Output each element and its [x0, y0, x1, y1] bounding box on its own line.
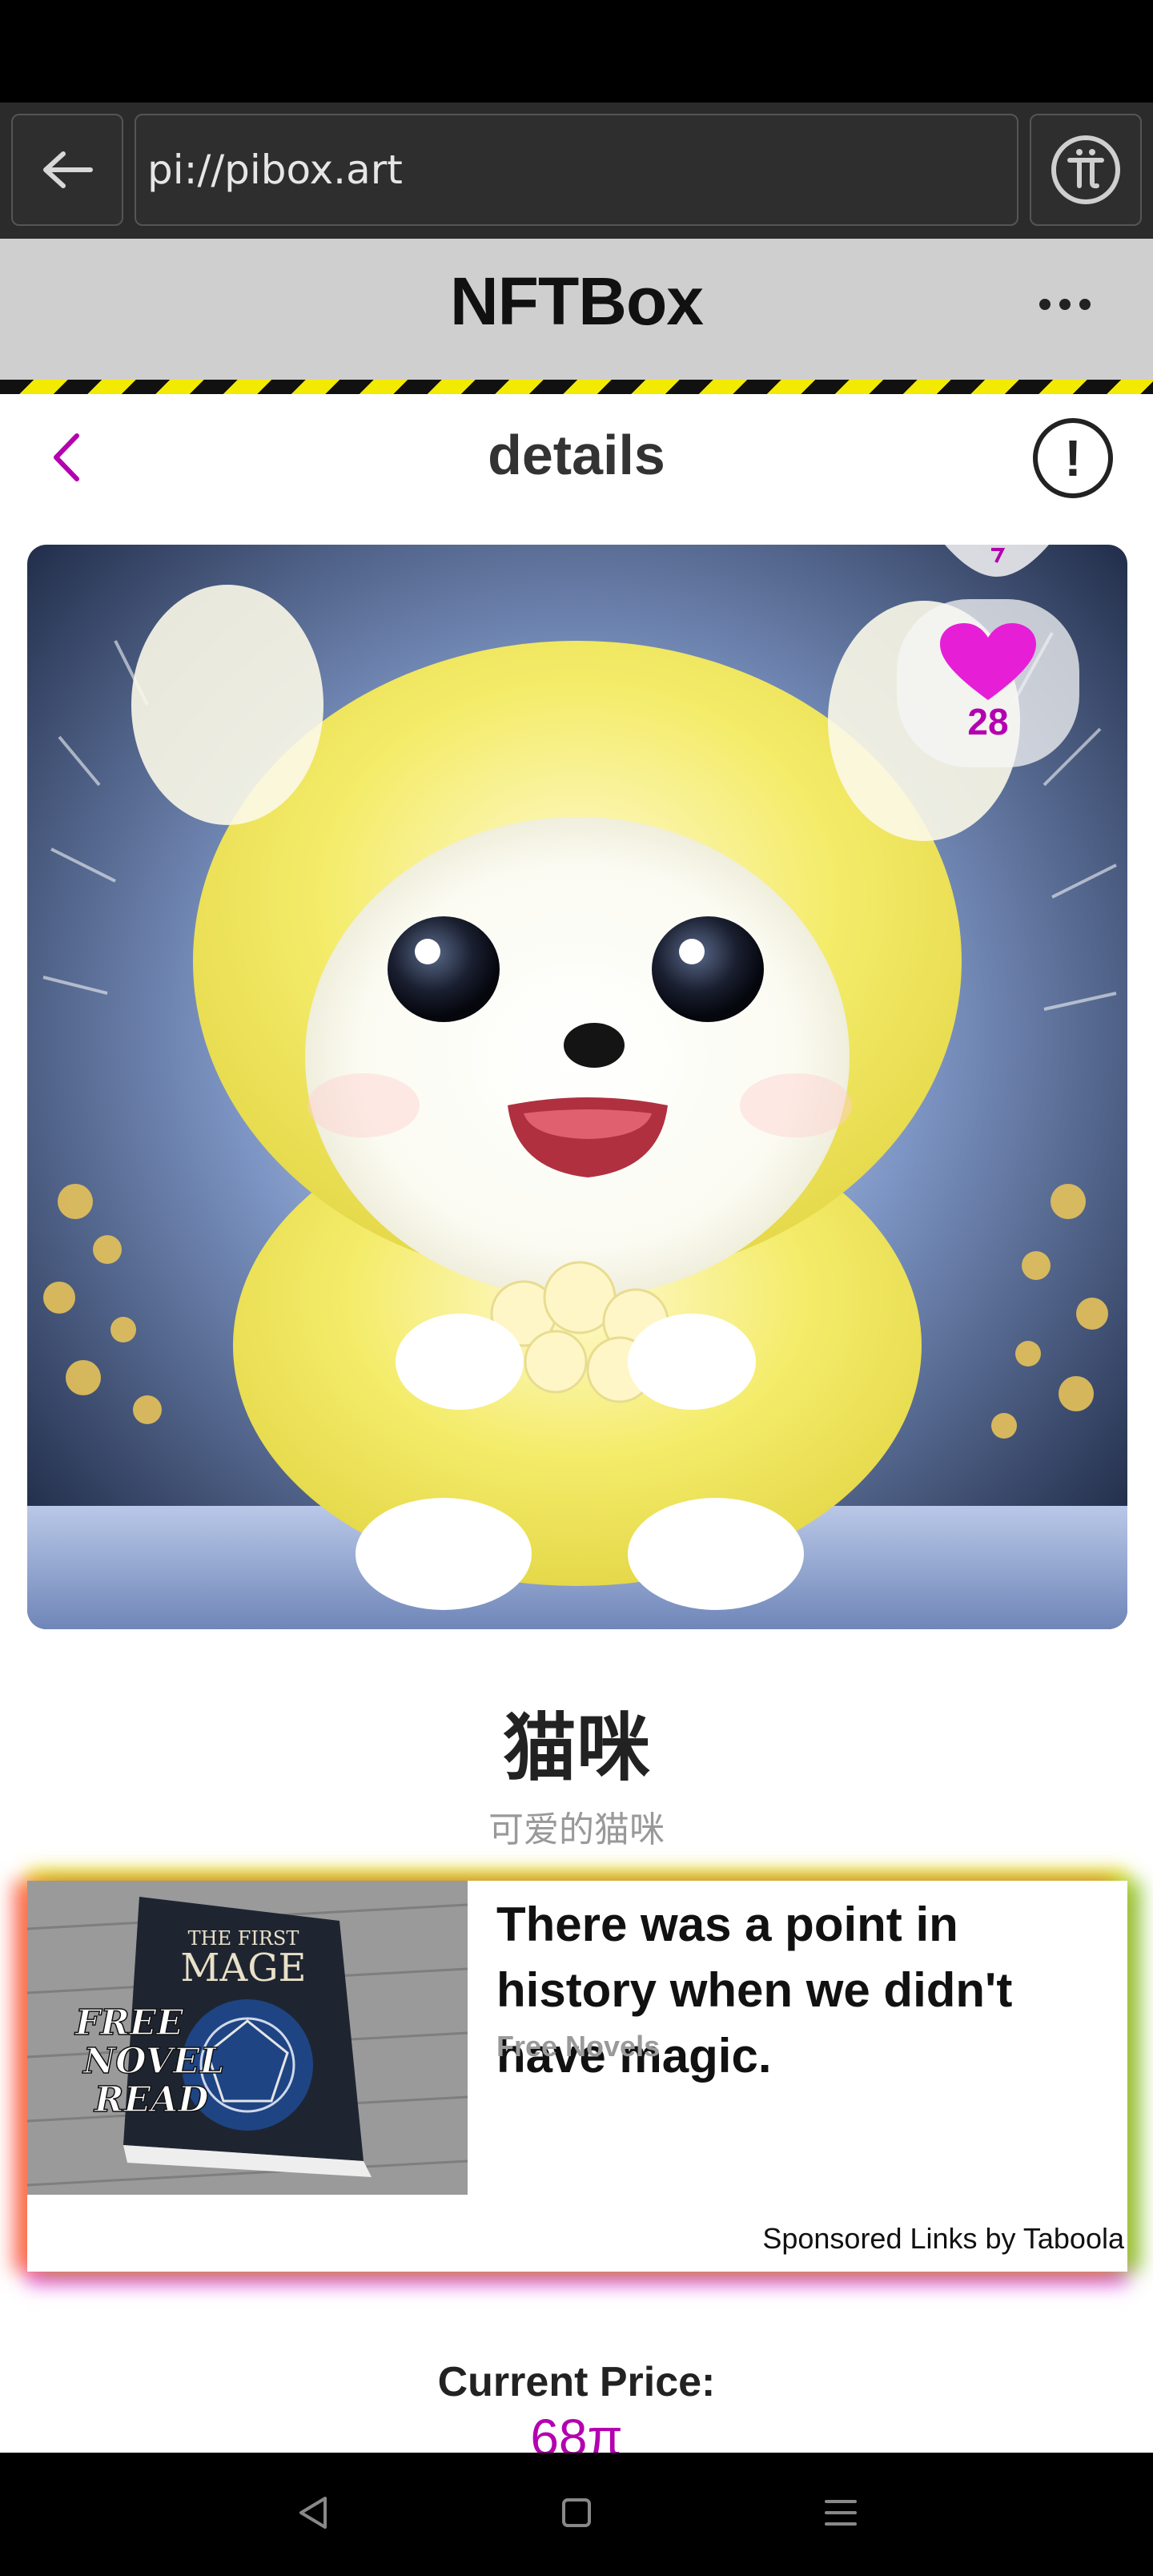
price-label: Current Price:: [437, 2359, 716, 2405]
nav-menu-lines-icon[interactable]: [817, 2489, 865, 2537]
nav-home-square-icon[interactable]: [552, 2489, 601, 2537]
android-navigation-bar: [0, 2453, 1153, 2576]
nft-name: 猫咪: [502, 1705, 650, 1791]
info-alert-icon[interactable]: !: [1033, 418, 1113, 498]
ad-overlay-free: FREE: [74, 2002, 184, 2043]
more-dots-icon[interactable]: [1033, 288, 1097, 320]
pi-logo-icon: [1051, 135, 1120, 204]
ad-sponsor-label[interactable]: Sponsored Links by Taboola: [762, 2222, 1124, 2256]
nft-description: 可爱的猫咪: [488, 1809, 665, 1850]
like-count: 28: [967, 701, 1009, 743]
info-symbol: !: [1064, 429, 1082, 487]
price-value: 68π: [530, 2409, 623, 2454]
browser-toolbar: pi://pibox.art: [0, 103, 1153, 239]
app-title: NFTBox: [450, 264, 704, 339]
page-header: details !: [0, 394, 1153, 516]
previous-like-badge-edge: [945, 545, 1049, 577]
url-text: pi://pibox.art: [147, 147, 403, 193]
pi-browser-button[interactable]: [1030, 114, 1142, 226]
status-bar: [0, 0, 1153, 103]
hazard-stripe-divider: [0, 380, 1153, 394]
ad-source: Free Novels: [496, 2030, 661, 2063]
browser-back-button[interactable]: [11, 114, 123, 226]
ad-overlay-read: READ: [93, 2079, 208, 2120]
heart-icon: [940, 623, 1036, 700]
sponsored-ad-card[interactable]: THE FIRST MAGE FREE NOVEL READ There was…: [27, 1881, 1127, 2272]
url-bar[interactable]: pi://pibox.art: [135, 114, 1018, 226]
nav-back-triangle-icon[interactable]: [288, 2489, 336, 2537]
ad-overlay-novel: NOVEL: [82, 2041, 224, 2082]
like-badge[interactable]: 28: [897, 599, 1079, 767]
ad-book-image[interactable]: THE FIRST MAGE FREE NOVEL READ: [27, 1881, 468, 2195]
app-header: NFTBox: [0, 239, 1153, 380]
book-cover-image: THE FIRST MAGE FREE NOVEL READ: [27, 1881, 468, 2195]
page-title: details: [488, 424, 665, 486]
book-title-large: MAGE: [180, 1946, 306, 1990]
arrow-left-icon: [43, 151, 93, 188]
